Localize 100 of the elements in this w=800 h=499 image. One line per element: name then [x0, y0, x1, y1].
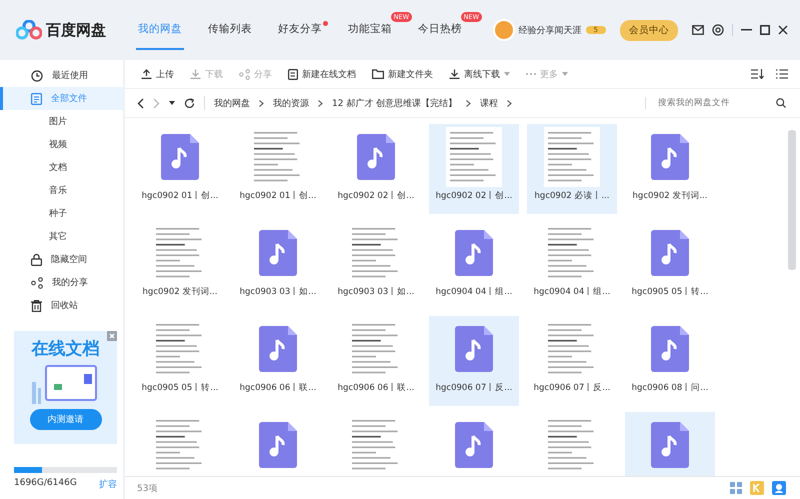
user-name[interactable]: 经验分享闻天涯 [518, 24, 582, 36]
vip-center-button[interactable]: 会员中心 [620, 20, 678, 40]
file-name: hgc0906 07丨反... [534, 382, 610, 394]
share-icon [239, 68, 250, 80]
sidebar-item[interactable]: 隐藏空间 [0, 248, 123, 271]
search-field[interactable]: 搜索我的网盘文件 [645, 97, 786, 109]
file-name: hgc0905 05丨转... [632, 286, 708, 298]
toolbar-button[interactable]: 离线下载 [443, 66, 516, 82]
nav-tab[interactable]: 传输列表 [206, 10, 254, 50]
forward-icon[interactable] [153, 98, 160, 108]
file-name: hgc0902 必读丨... [534, 190, 610, 202]
sidebar-item[interactable]: 回收站 [0, 294, 123, 317]
file-tile[interactable]: hgc0903 03丨如... [331, 220, 421, 310]
list-view-icon[interactable] [776, 69, 788, 79]
file-name: hgc0903 03丨如... [338, 286, 414, 298]
sidebar-item[interactable]: 我的分享 [0, 271, 123, 294]
file-tile[interactable] [625, 412, 715, 476]
lock-icon [31, 253, 42, 266]
caret-icon[interactable] [169, 101, 175, 105]
file-name: hgc0906 08丨问... [632, 382, 708, 394]
document-icon [288, 68, 298, 80]
audio-file-icon [651, 422, 689, 468]
file-name: hgc0903 03丨如... [240, 286, 316, 298]
sidebar-subitem[interactable]: 种子 [0, 202, 123, 225]
promo-title: 在线文档 [32, 338, 100, 360]
audio-file-icon [651, 326, 689, 372]
audio-file-icon [259, 326, 297, 372]
file-name: hgc0904 04丨组... [436, 286, 512, 298]
file-name: hgc0902 发刊词... [142, 286, 218, 298]
search-icon[interactable] [776, 98, 786, 108]
file-tile[interactable]: hgc0904 04丨组... [429, 220, 519, 310]
file-tile[interactable]: hgc0904 04丨组... [527, 220, 617, 310]
file-tile[interactable]: hgc0906 06丨联... [331, 316, 421, 406]
upload-icon [141, 69, 152, 79]
minimize-icon[interactable] [741, 29, 752, 31]
app-name: 百度网盘 [46, 20, 106, 40]
audio-file-icon [455, 230, 493, 276]
back-icon[interactable] [137, 98, 144, 108]
file-tile[interactable]: hgc0902 发刊词... [625, 124, 715, 214]
document-thumbnail [544, 127, 600, 187]
file-tile[interactable]: hgc0905 05丨转... [135, 316, 225, 406]
audio-file-icon [455, 326, 493, 372]
breadcrumb-link[interactable]: 课程 [480, 96, 498, 110]
audio-file-icon [651, 230, 689, 276]
settings-icon[interactable] [712, 24, 724, 36]
toolbar-button[interactable]: 新建文件夹 [366, 66, 439, 82]
file-tile[interactable]: hgc0903 03丨如... [233, 220, 323, 310]
close-icon[interactable] [778, 25, 788, 35]
file-tile[interactable]: hgc0905 05丨转... [625, 220, 715, 310]
chevron-icon [318, 100, 323, 106]
breadcrumb-link[interactable]: 我的网盘 [214, 96, 250, 110]
audio-file-icon [357, 134, 395, 180]
folder-icon [372, 69, 384, 79]
chevron-icon [466, 100, 472, 106]
file-tile[interactable]: hgc0906 06丨联... [233, 316, 323, 406]
file-name: hgc0902 02丨创... [436, 190, 512, 202]
audio-file-icon [259, 422, 297, 468]
audio-file-icon [161, 134, 199, 180]
breadcrumb-link[interactable]: 12 郝广才 创意思维课【完结】 [332, 96, 458, 110]
file-name: hgc0902 01丨创... [142, 190, 218, 202]
grid-icon[interactable] [730, 482, 742, 494]
toolbar-button[interactable]: 上传 [135, 66, 180, 82]
audio-file-icon [455, 422, 493, 468]
breadcrumb-link[interactable]: 我的资源 [273, 96, 309, 110]
file-tile[interactable]: hgc0902 必读丨... [527, 124, 617, 214]
file-tile[interactable]: hgc0902 01丨创... [233, 124, 323, 214]
mail-icon[interactable] [692, 25, 704, 35]
file-name: hgc0902 02丨创... [338, 190, 414, 202]
nav-tab[interactable]: 好友分享 [276, 10, 324, 50]
sort-icon[interactable] [751, 69, 764, 79]
sidebar-subitem[interactable]: 文档 [0, 156, 123, 179]
file-tile[interactable]: hgc0906 08丨问... [625, 316, 715, 406]
sidebar-subitem[interactable]: 视频 [0, 133, 123, 156]
file-tile[interactable]: hgc0906 07丨反... [527, 316, 617, 406]
support-icon[interactable] [772, 481, 786, 495]
refresh-icon[interactable] [184, 98, 195, 108]
maximize-icon[interactable] [760, 25, 770, 35]
download-icon [190, 69, 201, 79]
toolbar-button[interactable]: 新建在线文档 [282, 66, 362, 82]
chevron-icon [259, 100, 264, 106]
file-tile[interactable]: hgc0902 发刊词... [135, 220, 225, 310]
cloud-logo-icon [16, 20, 42, 40]
expand-link[interactable]: 扩容 [99, 478, 117, 491]
file-tile[interactable]: hgc0906 07丨反... [429, 316, 519, 406]
chevron-icon [507, 100, 512, 106]
sidebar-subitem[interactable]: 音乐 [0, 179, 123, 202]
file-tile[interactable]: hgc0902 02丨创... [429, 124, 519, 214]
file-tile[interactable]: hgc0902 02丨创... [331, 124, 421, 214]
file-name: hgc0902 01丨创... [240, 190, 316, 202]
trash-icon [31, 300, 42, 312]
storage-usage: 1696G/6146G [14, 478, 77, 490]
document-thumbnail [446, 127, 502, 187]
sidebar-subitem[interactable]: 其它 [0, 225, 123, 248]
sidebar-item[interactable]: 最近使用 [0, 64, 123, 87]
avatar-icon[interactable] [492, 19, 515, 41]
file-name: hgc0906 06丨联... [240, 382, 316, 394]
file-name: hgc0905 05丨转... [142, 382, 218, 394]
file-tile[interactable]: hgc0902 01丨创... [135, 124, 225, 214]
sidebar-subitem[interactable]: 图片 [0, 110, 123, 133]
file-name: hgc0906 07丨反... [436, 382, 512, 394]
